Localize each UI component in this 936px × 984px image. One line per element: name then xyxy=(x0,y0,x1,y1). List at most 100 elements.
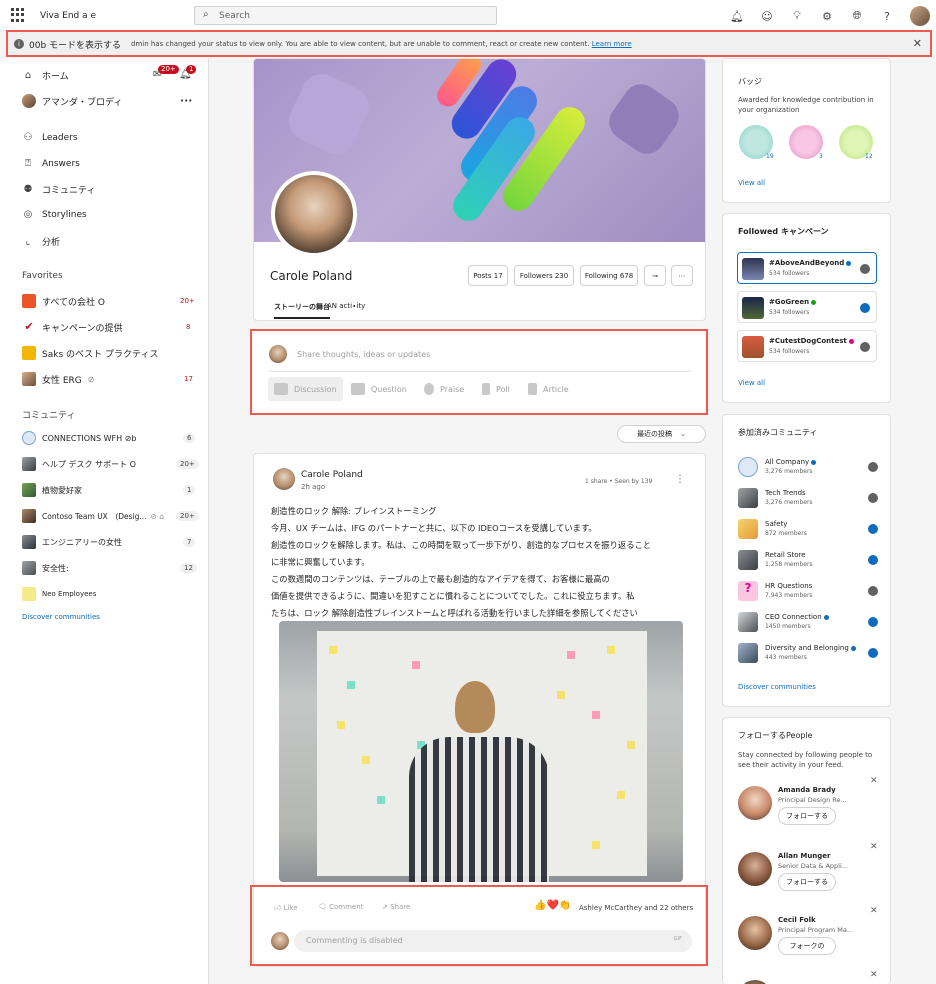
sticky-note xyxy=(567,651,575,659)
community-row[interactable]: Safety 872 members xyxy=(738,517,878,541)
community-row[interactable]: Retail Store 1,258 members xyxy=(738,548,878,572)
sort-dropdown[interactable]: 最近の投稿 ⌄ xyxy=(617,425,706,443)
follow-button[interactable]: フォローする xyxy=(778,807,836,825)
join-plus-icon[interactable] xyxy=(868,648,878,658)
post-author-avatar[interactable] xyxy=(273,468,295,490)
favorite-item[interactable]: すべての会社 O xyxy=(22,294,105,308)
person-name[interactable]: Amanda Brady xyxy=(778,786,836,794)
favorite-item[interactable]: Saks のベスト プラクティス xyxy=(22,346,159,360)
link-icon[interactable]: ⊸ xyxy=(644,265,666,286)
campaign-item[interactable]: #CutestDogContest 534 followers xyxy=(737,330,877,362)
app-name[interactable]: Viva End a e xyxy=(40,11,96,21)
dismiss-icon[interactable]: ✕ xyxy=(870,970,878,980)
follow-button[interactable]: フォークの xyxy=(778,937,836,955)
following-check-icon[interactable] xyxy=(860,264,870,274)
campaign-thumb xyxy=(742,336,764,358)
dismiss-icon[interactable]: ✕ xyxy=(870,842,878,852)
sticky-note xyxy=(607,646,615,654)
campaign-item[interactable]: #GoGreen 534 followers xyxy=(737,291,877,323)
community-row[interactable]: Diversity and Belonging 443 members xyxy=(738,641,878,665)
badge-count: 12 xyxy=(865,153,873,160)
post-more-icon[interactable]: ⋮ xyxy=(675,474,685,485)
nav-storylines[interactable]: ◎ Storylines xyxy=(22,209,87,220)
verified-icon xyxy=(846,260,852,266)
join-plus-icon[interactable] xyxy=(868,617,878,627)
person-name[interactable]: Allan Munger xyxy=(778,852,831,860)
follow-plus-icon[interactable] xyxy=(860,303,870,313)
community-item[interactable]: CONNECTIONS WFH ⊘b xyxy=(22,431,137,445)
community-item[interactable]: エンジニアリーの女性 xyxy=(22,535,122,549)
app-launcher-icon[interactable] xyxy=(11,8,25,22)
joined-check-icon[interactable] xyxy=(868,462,878,472)
community-row[interactable]: All Company 3,276 members xyxy=(738,455,878,479)
nav-home[interactable]: ⌂ ホーム xyxy=(22,69,69,82)
badges-view-all[interactable]: View all xyxy=(738,179,765,187)
posts-button[interactable]: Posts 17 xyxy=(468,265,508,286)
user-more-button[interactable]: ••• xyxy=(180,97,192,105)
nav-communities[interactable]: ⚉ コミュニティ xyxy=(22,183,96,196)
community-count: 1 xyxy=(183,485,196,495)
nav-analytics[interactable]: ⌞ 分析 xyxy=(22,235,60,248)
campaign-item[interactable]: #AboveAndBeyond 534 followers xyxy=(737,252,877,284)
globe-icon[interactable]: 🌐︎ xyxy=(842,9,872,23)
person-avatar[interactable] xyxy=(738,916,772,950)
post-image[interactable] xyxy=(279,621,683,882)
joined-check-icon[interactable] xyxy=(868,586,878,596)
community-item[interactable]: 安全性: xyxy=(22,561,69,575)
joined-title: 参加済みコミュニティ xyxy=(738,428,818,437)
community-row[interactable]: ? HR Questions 7,943 members xyxy=(738,579,878,603)
person xyxy=(409,681,549,882)
community-row[interactable]: CEO Connection 1450 members xyxy=(738,610,878,634)
join-plus-icon[interactable] xyxy=(868,555,878,565)
discover-communities-link[interactable]: Discover communities xyxy=(22,613,100,621)
post-line: この数週間のコンテンツは、テーブルの上で最も創造的なアイデアを得て、お客様に最高… xyxy=(271,574,610,584)
lightbulb-icon[interactable]: 💡︎ xyxy=(782,9,812,23)
nav-leaders[interactable]: ⚇ Leaders xyxy=(22,132,78,143)
close-icon[interactable]: ✕ xyxy=(913,37,922,50)
badge-medal[interactable] xyxy=(789,125,823,159)
gear-icon[interactable]: ⚙ xyxy=(812,10,842,23)
post-title: 創造性のロック 解除: ブレインストーミング xyxy=(271,506,437,516)
communities-heading: コミュニティ xyxy=(22,411,76,421)
campaigns-view-all[interactable]: View all xyxy=(738,379,765,387)
more-icon[interactable]: ⋯ xyxy=(671,265,693,286)
favorite-item[interactable]: ✔ キャンペーンの提供 xyxy=(22,320,123,334)
person-avatar[interactable] xyxy=(738,980,772,984)
search-box[interactable]: ⌕ Search xyxy=(194,6,497,25)
tab-story[interactable]: ストーリーの舞台 xyxy=(274,302,330,319)
help-icon[interactable]: ? xyxy=(872,10,902,23)
community-logo xyxy=(22,457,36,471)
community-item[interactable]: 植物愛好家 xyxy=(22,483,82,497)
sticky-note xyxy=(592,841,600,849)
joined-check-icon[interactable] xyxy=(868,493,878,503)
community-label: 植物愛好家 xyxy=(42,485,82,495)
dismiss-icon[interactable]: ✕ xyxy=(870,906,878,916)
followers-button[interactable]: Followers 230 xyxy=(514,265,574,286)
learn-more-link[interactable]: Learn more xyxy=(592,40,632,48)
user-avatar[interactable] xyxy=(910,6,930,26)
dismiss-icon[interactable]: ✕ xyxy=(870,776,878,786)
community-item[interactable]: ヘルプ デスク サポート O xyxy=(22,457,136,471)
post-author[interactable]: Carole Poland xyxy=(301,470,363,480)
community-members: 1450 members xyxy=(765,623,811,630)
community-item[interactable]: Contoso Team UX (Desig... ⊘ ⌂ xyxy=(22,509,164,523)
following-button[interactable]: Following 678 xyxy=(580,265,638,286)
community-row[interactable]: Tech Trends 3,276 members xyxy=(738,486,878,510)
person-avatar[interactable] xyxy=(738,786,772,820)
people-subtitle: Stay connected by following people to se… xyxy=(738,751,873,769)
tab-activity[interactable]: AN acti∙ity xyxy=(327,302,365,310)
nav-item-label: Answers xyxy=(42,158,80,169)
community-item[interactable]: Neo Employees xyxy=(22,587,96,601)
community-logo xyxy=(738,612,758,632)
favorite-item[interactable]: 女性 ERG ⊘ xyxy=(22,372,94,386)
person-name[interactable]: Cecil Folk xyxy=(778,916,816,924)
join-plus-icon[interactable] xyxy=(868,524,878,534)
emoji-icon[interactable]: ☺ xyxy=(752,10,782,23)
discover-communities-link[interactable]: Discover communities xyxy=(738,683,816,691)
follow-button[interactable]: フォローする xyxy=(778,873,836,891)
nav-answers[interactable]: ⍰ Answers xyxy=(22,158,80,169)
nav-user[interactable]: アマンダ・ブロディ xyxy=(22,94,122,108)
person-avatar[interactable] xyxy=(738,852,772,886)
notifications-icon[interactable]: 🔔︎ xyxy=(722,10,752,23)
following-check-icon[interactable] xyxy=(860,342,870,352)
